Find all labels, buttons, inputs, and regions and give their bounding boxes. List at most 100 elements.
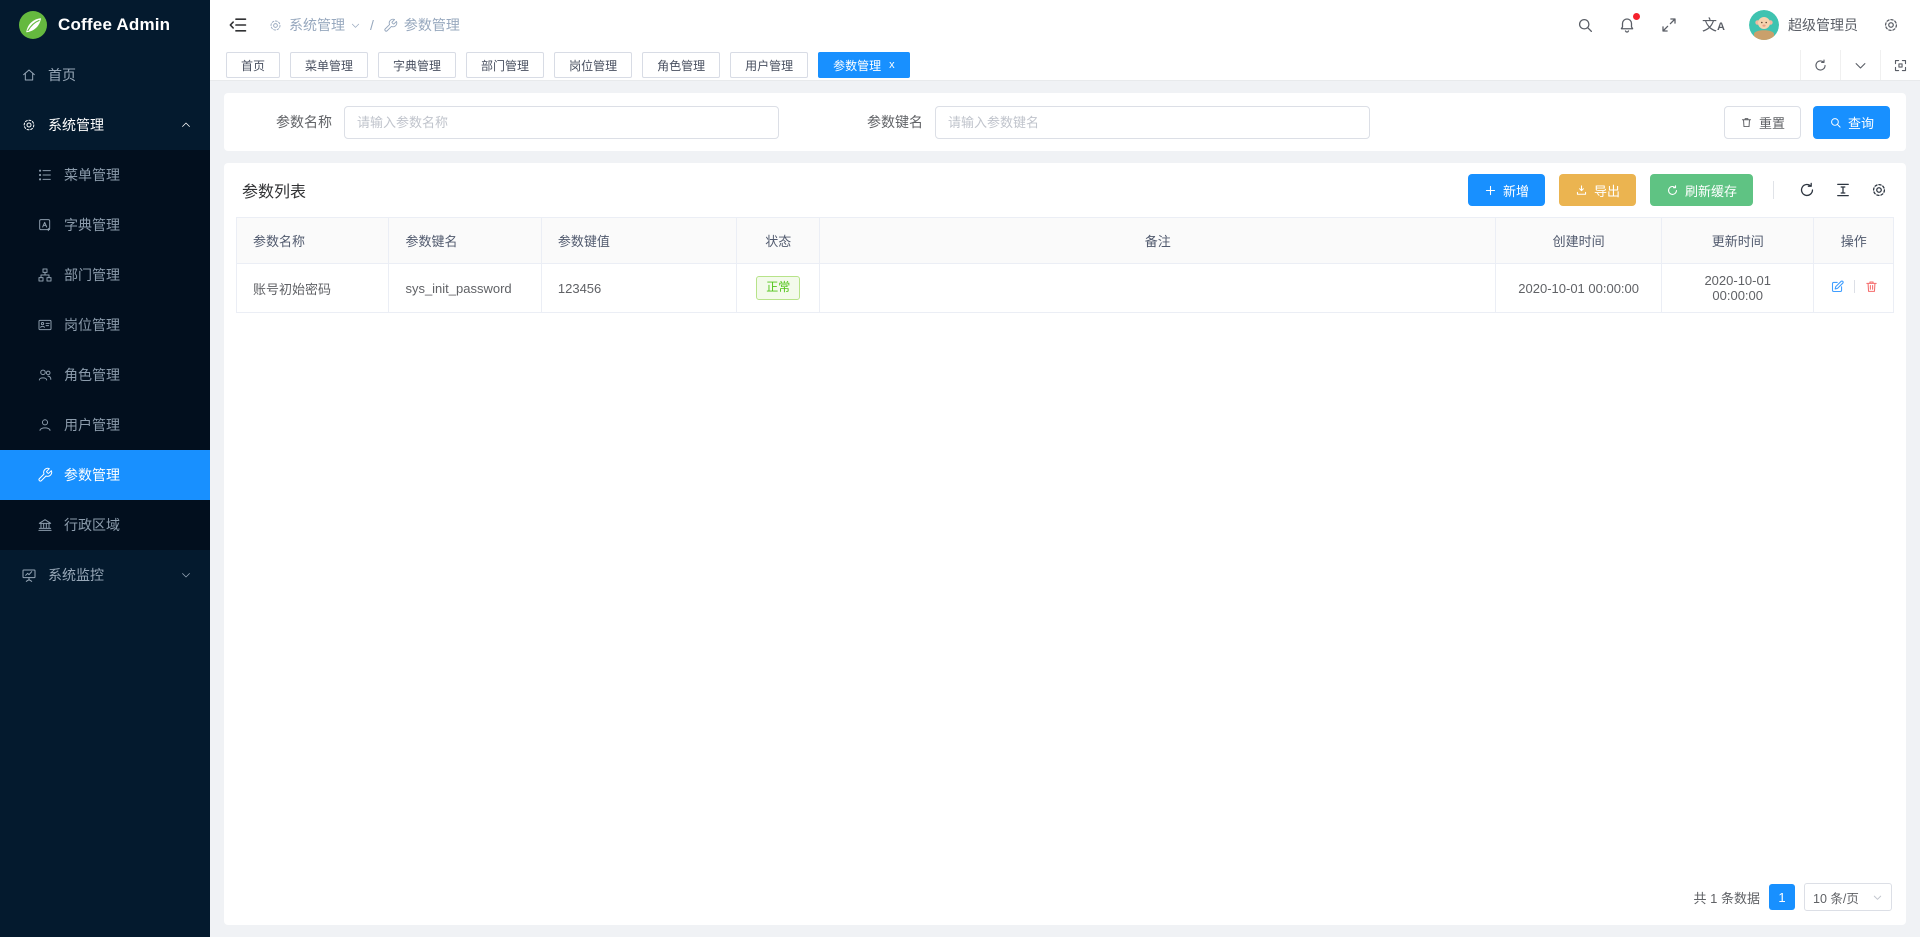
page-number-button[interactable]: 1 bbox=[1769, 884, 1795, 910]
notification-dot bbox=[1633, 13, 1640, 20]
app-root: Coffee Admin 首页 系统管理 菜单管理 字典管理 bbox=[0, 0, 1920, 937]
sidebar-item-label: 用户管理 bbox=[64, 415, 120, 435]
param-table: 参数名称 参数键名 参数键值 状态 备注 创建时间 更新时间 操作 账号初始密码 bbox=[236, 217, 1894, 313]
breadcrumb: 系统管理 / 参数管理 bbox=[268, 15, 460, 35]
gear-icon bbox=[268, 18, 283, 33]
sidebar-item-label: 行政区域 bbox=[64, 515, 120, 535]
plus-icon bbox=[1484, 184, 1497, 197]
col-header-param-name: 参数名称 bbox=[237, 218, 389, 264]
sidebar-item-role-management[interactable]: 角色管理 bbox=[0, 350, 210, 400]
param-key-input[interactable] bbox=[935, 106, 1370, 139]
sidebar-menu: 首页 系统管理 菜单管理 字典管理 部门管理 bbox=[0, 50, 210, 937]
sidebar-item-label: 岗位管理 bbox=[64, 315, 120, 335]
sidebar-item-param-management[interactable]: 参数管理 bbox=[0, 450, 210, 500]
roles-icon bbox=[37, 367, 53, 383]
sidebar-item-label: 参数管理 bbox=[64, 465, 120, 485]
refresh-page-icon[interactable] bbox=[1800, 50, 1840, 80]
col-header-param-key: 参数键名 bbox=[389, 218, 541, 264]
sidebar-item-home[interactable]: 首页 bbox=[0, 50, 210, 100]
chevron-up-icon bbox=[180, 119, 192, 131]
query-button-label: 查询 bbox=[1848, 113, 1874, 132]
sidebar-item-dept-management[interactable]: 部门管理 bbox=[0, 250, 210, 300]
tab-home[interactable]: 首页 bbox=[226, 52, 280, 78]
reset-button[interactable]: 重置 bbox=[1724, 106, 1801, 139]
tab-menu-management[interactable]: 菜单管理 bbox=[290, 52, 368, 78]
card-title: 参数列表 bbox=[242, 178, 306, 202]
refresh-cache-button[interactable]: 刷新缓存 bbox=[1650, 174, 1753, 206]
breadcrumb-item: 参数管理 bbox=[404, 15, 460, 35]
col-header-operation: 操作 bbox=[1814, 218, 1894, 264]
tab-label: 参数管理 bbox=[833, 57, 881, 74]
param-name-input[interactable] bbox=[344, 106, 779, 139]
sidebar-item-label: 部门管理 bbox=[64, 265, 120, 285]
gear-icon bbox=[21, 117, 37, 133]
query-button[interactable]: 查询 bbox=[1813, 106, 1890, 139]
param-list-card: 参数列表 新增 导出 刷新缓存 bbox=[224, 163, 1906, 925]
sidebar-item-system-monitor[interactable]: 系统监控 bbox=[0, 550, 210, 600]
tab-close-icon[interactable]: x bbox=[889, 59, 895, 71]
tab-role-management[interactable]: 角色管理 bbox=[642, 52, 720, 78]
breadcrumb-separator: / bbox=[370, 17, 374, 33]
cell-param-key: sys_init_password bbox=[389, 264, 541, 313]
sidebar-item-admin-region[interactable]: 行政区域 bbox=[0, 500, 210, 550]
sidebar-item-label: 菜单管理 bbox=[64, 165, 120, 185]
operation-divider bbox=[1854, 280, 1855, 293]
chevron-down-icon bbox=[1872, 892, 1883, 903]
tabs-bar: 首页 菜单管理 字典管理 部门管理 岗位管理 角色管理 用户管理 参数管理 x bbox=[210, 50, 1920, 81]
settings-gear-icon[interactable] bbox=[1882, 16, 1900, 34]
tab-param-management[interactable]: 参数管理 x bbox=[818, 52, 910, 78]
monitor-icon bbox=[21, 567, 37, 583]
add-button-label: 新增 bbox=[1503, 181, 1529, 200]
param-name-form-item: 参数名称 bbox=[240, 106, 779, 139]
brand-area[interactable]: Coffee Admin bbox=[0, 0, 210, 50]
cell-updated: 2020-10-01 00:00:00 bbox=[1661, 264, 1813, 313]
tab-dept-management[interactable]: 部门管理 bbox=[466, 52, 544, 78]
page-size-select[interactable]: 10 条/页 bbox=[1804, 883, 1892, 911]
edit-icon[interactable] bbox=[1830, 279, 1845, 294]
delete-icon[interactable] bbox=[1864, 279, 1879, 294]
tab-user-management[interactable]: 用户管理 bbox=[730, 52, 808, 78]
sidebar-item-system-management[interactable]: 系统管理 bbox=[0, 100, 210, 150]
sidebar: Coffee Admin 首页 系统管理 菜单管理 字典管理 bbox=[0, 0, 210, 937]
export-button-label: 导出 bbox=[1594, 181, 1620, 200]
column-settings-gear-icon[interactable] bbox=[1870, 181, 1888, 199]
sidebar-item-dict-management[interactable]: 字典管理 bbox=[0, 200, 210, 250]
sidebar-item-menu-management[interactable]: 菜单管理 bbox=[0, 150, 210, 200]
sidebar-item-label: 首页 bbox=[48, 65, 76, 85]
card-actions: 新增 导出 刷新缓存 bbox=[1454, 174, 1888, 206]
sidebar-item-label: 角色管理 bbox=[64, 365, 120, 385]
collapse-sidebar-icon[interactable] bbox=[228, 15, 248, 35]
toolbar-divider bbox=[1773, 181, 1774, 199]
translate-icon[interactable]: 文A bbox=[1702, 18, 1725, 33]
tab-dict-management[interactable]: 字典管理 bbox=[378, 52, 456, 78]
tab-options-chevron-icon[interactable] bbox=[1840, 50, 1880, 80]
col-header-param-value: 参数键值 bbox=[541, 218, 737, 264]
user-menu[interactable]: 超级管理员 bbox=[1749, 10, 1858, 40]
main-area: 系统管理 / 参数管理 文A bbox=[210, 0, 1920, 937]
col-header-status: 状态 bbox=[737, 218, 820, 264]
brand-title: Coffee Admin bbox=[58, 15, 170, 35]
export-button[interactable]: 导出 bbox=[1559, 174, 1636, 206]
sidebar-item-post-management[interactable]: 岗位管理 bbox=[0, 300, 210, 350]
refresh-table-icon[interactable] bbox=[1798, 181, 1816, 199]
breadcrumb-item[interactable]: 系统管理 bbox=[289, 15, 345, 35]
sidebar-item-label: 系统管理 bbox=[48, 115, 104, 135]
leaf-logo-icon bbox=[18, 10, 48, 40]
list-icon bbox=[37, 167, 53, 183]
search-form-card: 参数名称 参数键名 重置 查询 bbox=[224, 93, 1906, 151]
param-key-form-item: 参数键名 bbox=[831, 106, 1370, 139]
search-icon[interactable] bbox=[1576, 16, 1594, 34]
param-key-label: 参数键名 bbox=[831, 112, 935, 132]
avatar bbox=[1749, 10, 1779, 40]
cell-created: 2020-10-01 00:00:00 bbox=[1496, 264, 1662, 313]
table-row: 账号初始密码 sys_init_password 123456 正常 2020-… bbox=[237, 264, 1894, 313]
row-density-icon[interactable] bbox=[1834, 181, 1852, 199]
notification-bell-icon[interactable] bbox=[1618, 16, 1636, 34]
fullscreen-expand-icon[interactable] bbox=[1660, 16, 1678, 34]
content-fullscreen-icon[interactable] bbox=[1880, 50, 1920, 80]
sidebar-item-user-management[interactable]: 用户管理 bbox=[0, 400, 210, 450]
add-button[interactable]: 新增 bbox=[1468, 174, 1545, 206]
top-navbar: 系统管理 / 参数管理 文A bbox=[210, 0, 1920, 50]
tab-post-management[interactable]: 岗位管理 bbox=[554, 52, 632, 78]
cell-status: 正常 bbox=[737, 264, 820, 313]
